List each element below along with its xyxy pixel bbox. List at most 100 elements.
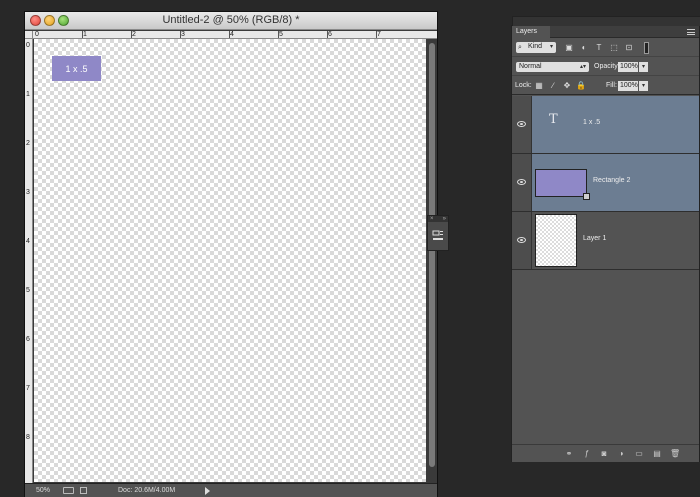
collapsed-panel-dock: × »	[427, 215, 449, 251]
properties-panel-icon[interactable]	[432, 230, 444, 242]
document-size-info: Doc: 20.6M/4.00M	[118, 487, 176, 494]
document-titlebar[interactable]: Untitled-2 @ 50% (RGB/8) *	[25, 12, 437, 30]
photoshop-workspace: Untitled-2 @ 50% (RGB/8) * 0 1 2 3 4 5 6…	[0, 0, 700, 497]
add-mask-icon[interactable]: ◙	[599, 449, 609, 459]
ruler-tick	[131, 31, 132, 38]
ruler-tick	[180, 31, 181, 38]
filter-kind-label: Kind	[528, 43, 543, 50]
vertical-ruler[interactable]: 0 1 2 3 4 5 6 7 8	[25, 39, 33, 483]
filter-shape-icon[interactable]: ⬚	[609, 43, 619, 53]
opacity-dropdown-button[interactable]: ▾	[639, 62, 648, 72]
visibility-toggle[interactable]	[512, 96, 532, 153]
scrollbar-thumb[interactable]	[429, 43, 435, 467]
ruler-label: 7	[377, 31, 381, 38]
ruler-label: 0	[35, 31, 39, 38]
layers-footer: ⚭ ƒ ◙ ◑ ▭ ▤ 🗑	[512, 444, 699, 462]
ruler-origin[interactable]	[25, 31, 33, 39]
fill-label: Fill:	[606, 82, 617, 89]
layer-name[interactable]: Layer 1	[583, 235, 606, 242]
dock-header: × »	[428, 216, 448, 222]
layer-row-text[interactable]: T 1 x .5	[512, 96, 699, 154]
ruler-tick	[327, 31, 328, 38]
rectangle-shape[interactable]: 1 x .5	[52, 56, 101, 81]
status-view-icon[interactable]	[63, 487, 74, 494]
layer-name[interactable]: 1 x .5	[583, 119, 600, 126]
link-layers-icon[interactable]: ⚭	[564, 449, 574, 459]
layer-row-shape[interactable]: Rectangle 2	[512, 154, 699, 212]
ruler-tick	[82, 31, 83, 38]
blend-row: Normal ▴▾ Opacity: 100% ▾	[512, 58, 699, 76]
expand-panels-icon[interactable]: »	[443, 216, 446, 222]
status-bar: 50% Doc: 20.6M/4.00M	[25, 483, 437, 497]
ruler-tick	[229, 31, 230, 38]
ruler-label: 7	[26, 385, 30, 392]
adjustment-layer-icon[interactable]: ◑	[616, 449, 626, 459]
document-window: Untitled-2 @ 50% (RGB/8) * 0 1 2 3 4 5 6…	[24, 11, 438, 497]
eye-icon	[517, 237, 526, 243]
shape-layer-thumbnail[interactable]	[535, 169, 590, 200]
ruler-label: 1	[26, 91, 30, 98]
ruler-tick	[376, 31, 377, 38]
opacity-label: Opacity:	[594, 63, 620, 70]
document-canvas[interactable]: 1 x .5	[34, 39, 426, 482]
document-title: Untitled-2 @ 50% (RGB/8) *	[162, 14, 300, 26]
filter-pixel-icon[interactable]: ▣	[564, 43, 574, 53]
ruler-label: 5	[279, 31, 283, 38]
ruler-label: 0	[26, 42, 30, 49]
ruler-label: 5	[26, 287, 30, 294]
chevron-down-icon: ▴▾	[579, 64, 586, 70]
panel-menu-icon[interactable]	[687, 29, 695, 35]
search-icon: ⌕	[518, 44, 522, 51]
lock-transparent-icon[interactable]: ▦	[534, 81, 544, 91]
lock-image-brush-icon[interactable]: ∕	[548, 81, 558, 91]
visibility-toggle[interactable]	[512, 154, 532, 211]
close-icon[interactable]: ×	[430, 216, 434, 222]
lock-label: Lock:	[515, 82, 532, 89]
layer-row-pixel[interactable]: Layer 1	[512, 212, 699, 270]
filter-kind-select[interactable]: ⌕ Kind ▾	[516, 42, 556, 53]
ruler-label: 8	[26, 434, 30, 441]
layer-style-fx-icon[interactable]: ƒ	[582, 449, 592, 459]
fill-dropdown-button[interactable]: ▾	[639, 81, 648, 91]
eye-icon	[517, 121, 526, 127]
opacity-input[interactable]: 100%	[618, 62, 638, 72]
filter-smartobject-icon[interactable]: ⊡	[624, 43, 634, 53]
ruler-label: 4	[26, 238, 30, 245]
ruler-label: 6	[26, 336, 30, 343]
filter-toggle-switch[interactable]	[644, 42, 649, 54]
ruler-label: 3	[181, 31, 185, 38]
ruler-label: 2	[26, 140, 30, 147]
layer-filter-row: ⌕ Kind ▾ ▣ ◐ T ⬚ ⊡	[512, 39, 699, 57]
zoom-level[interactable]: 50%	[36, 487, 50, 494]
filter-type-icon[interactable]: T	[594, 43, 604, 53]
fill-input[interactable]: 100%	[618, 81, 638, 91]
layer-name[interactable]: Rectangle 2	[593, 177, 630, 184]
ruler-label: 1	[83, 31, 87, 38]
pixel-layer-thumbnail[interactable]	[535, 214, 577, 267]
panel-tab-strip	[550, 26, 699, 38]
lock-all-padlock-icon[interactable]: 🔒	[576, 81, 586, 91]
filter-adjustment-icon[interactable]: ◐	[579, 43, 589, 53]
status-menu-arrow-icon[interactable]	[205, 487, 210, 495]
new-layer-icon[interactable]: ▤	[652, 449, 662, 459]
eye-icon	[517, 179, 526, 185]
vertical-scrollbar[interactable]	[427, 39, 437, 482]
status-share-icon[interactable]	[80, 487, 87, 494]
vector-mask-badge-icon	[583, 193, 590, 200]
layers-list-empty-area[interactable]	[512, 270, 699, 444]
ruler-label: 3	[26, 189, 30, 196]
ruler-label: 2	[132, 31, 136, 38]
trash-icon[interactable]: 🗑	[670, 449, 680, 459]
panel-dock-header[interactable]	[512, 16, 700, 26]
tab-layers[interactable]: Layers	[512, 26, 550, 38]
lock-position-move-icon[interactable]: ✥	[562, 81, 572, 91]
type-layer-thumbnail-icon[interactable]: T	[549, 112, 558, 127]
blend-mode-select[interactable]: Normal ▴▾	[516, 62, 589, 72]
horizontal-ruler[interactable]: 0 1 2 3 4 5 6 7	[33, 31, 437, 39]
shape-text-label[interactable]: 1 x .5	[65, 64, 87, 74]
new-group-folder-icon[interactable]: ▭	[634, 449, 644, 459]
ruler-label: 6	[328, 31, 332, 38]
lock-row: Lock: ▦ ∕ ✥ 🔒 Fill: 100% ▾	[512, 77, 699, 95]
blend-mode-value: Normal	[519, 63, 542, 70]
visibility-toggle[interactable]	[512, 212, 532, 269]
